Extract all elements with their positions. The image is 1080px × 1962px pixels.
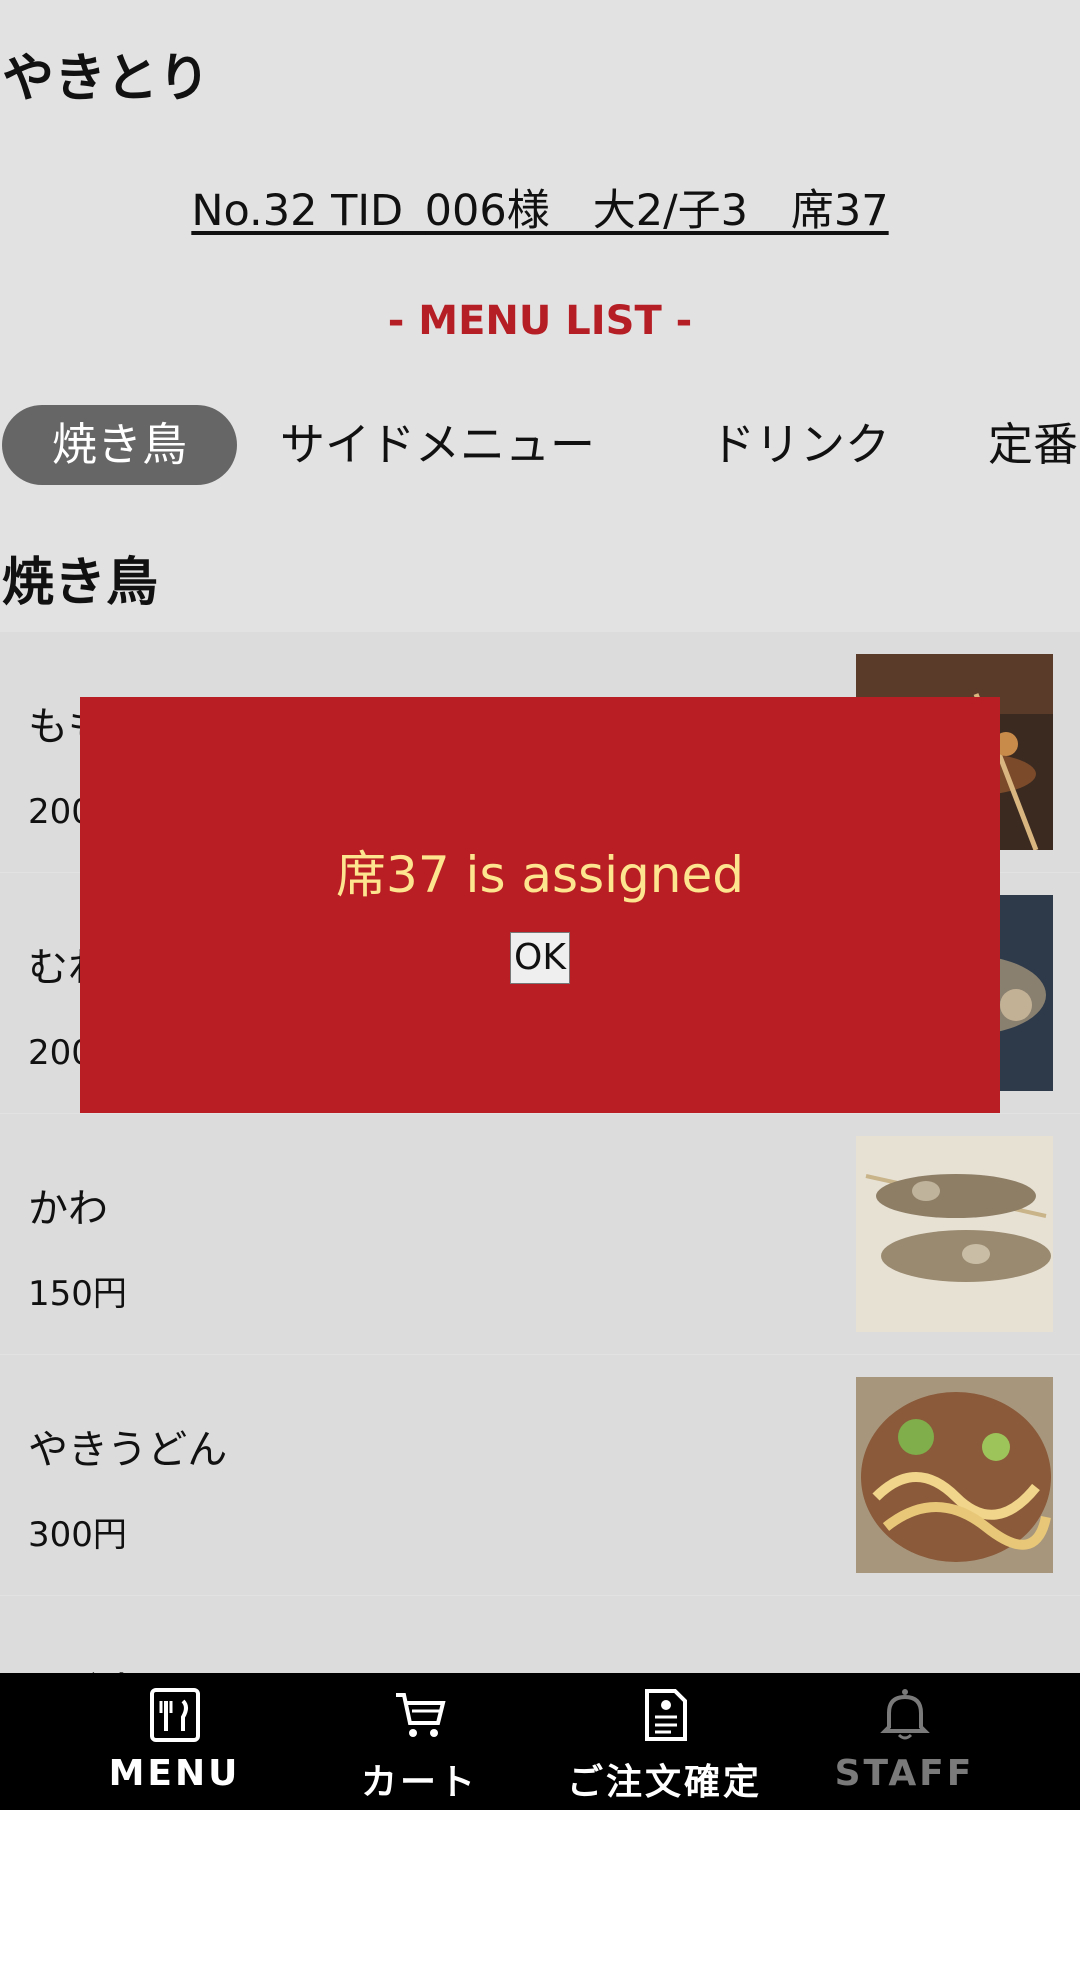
tab-side-menu[interactable]: サイドメニュー (280, 405, 595, 485)
tab-standard[interactable]: 定番 (988, 405, 1078, 485)
tab-yakitori[interactable]: 焼き鳥 (2, 405, 237, 485)
menu-item[interactable]: つくね (0, 1596, 1080, 1673)
nav-menu[interactable]: MENU (52, 1673, 297, 1810)
nav-cart-label: カート (360, 1762, 478, 1803)
menu-item-name: かわ (28, 1186, 108, 1232)
menu-item-name: つくね (28, 1658, 148, 1673)
bell-icon (879, 1687, 931, 1743)
category-tabs: 焼き鳥 サイドメニュー ドリンク 定番 (0, 405, 1080, 485)
menu-item[interactable]: やきうどん 300円 (0, 1355, 1080, 1595)
ok-button[interactable]: OK (510, 932, 570, 984)
seat-assigned-dialog: 席37 is assigned OK (80, 697, 1000, 1113)
menu-icon (149, 1687, 201, 1743)
menu-item-price: 150円 (28, 1274, 127, 1314)
nav-menu-label: MENU (108, 1753, 241, 1794)
order-confirm-icon (639, 1687, 691, 1743)
menu-list-heading: - MENU LIST - (387, 298, 693, 344)
nav-order-confirm-label: ご注文確定 (566, 1762, 762, 1803)
app-title: やきとり (2, 49, 211, 109)
nav-staff-label: STAFF (834, 1753, 975, 1794)
dialog-message: 席37 is assigned (336, 846, 744, 904)
menu-item[interactable]: かわ 150円 (0, 1114, 1080, 1354)
table-info-link[interactable]: No.32 TID_006様 大2/子3 席37 (0, 176, 1080, 238)
menu-item-photo (856, 1136, 1053, 1332)
cart-icon (394, 1687, 446, 1743)
tab-drink[interactable]: ドリンク (710, 405, 890, 485)
menu-item-price: 300円 (28, 1515, 127, 1555)
bottom-nav: MENU カート ご注文確定 STAFF (0, 1673, 1080, 1810)
section-title: 焼き鳥 (2, 553, 159, 613)
nav-cart[interactable]: カート (297, 1673, 542, 1810)
nav-order-confirm[interactable]: ご注文確定 (542, 1673, 787, 1810)
nav-staff[interactable]: STAFF (782, 1673, 1027, 1810)
menu-item-photo (856, 1377, 1053, 1573)
menu-item-name: やきうどん (28, 1427, 228, 1473)
